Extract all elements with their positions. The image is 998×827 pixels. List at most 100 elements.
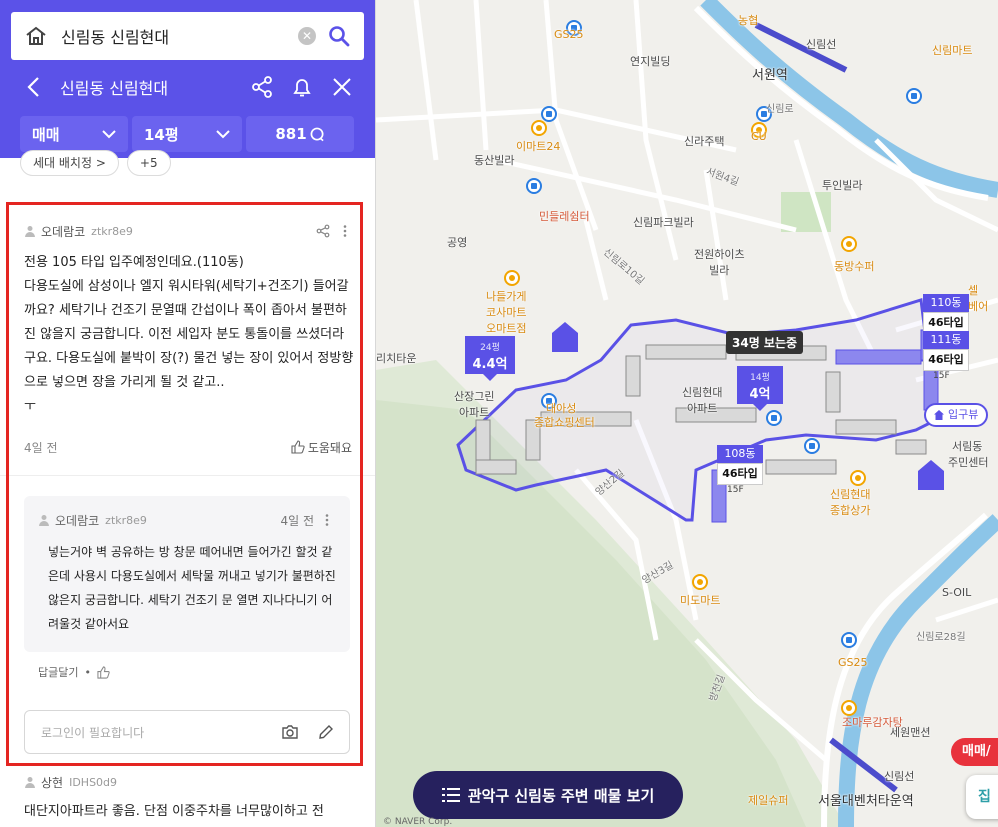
title-bar: 신림동 신림현대 xyxy=(0,68,375,106)
poi-label: 투인빌라 xyxy=(822,179,863,192)
next-comment-meta: 상현 IDHS0d9 xyxy=(24,772,354,792)
trade-type-dropdown[interactable]: 매매 xyxy=(20,116,128,152)
dong-name: 110동 xyxy=(923,294,969,312)
dong-marker[interactable]: 111동 46타입 15F xyxy=(923,331,969,381)
comment: 오데람코 ztkr8e9 전용 105 타입 입주예정인데요.(110동) 다용… xyxy=(0,176,375,457)
comments-button[interactable]: 881 xyxy=(246,116,354,152)
bus-stop-icon[interactable] xyxy=(541,106,557,122)
camera-icon[interactable] xyxy=(281,723,299,741)
bus-stop-icon[interactable] xyxy=(906,88,922,104)
poi-label: 나들가게 코사마트 오마트점 xyxy=(486,290,527,335)
poi-label: 미도마트 xyxy=(680,594,721,607)
comment-footer: 4일 전 도움돼요 xyxy=(24,437,352,457)
price-pin-selected[interactable]: 14평 4억 xyxy=(737,366,783,411)
back-icon[interactable] xyxy=(24,75,44,99)
dong-marker[interactable]: 108동 46타입 15F xyxy=(717,445,763,495)
search-icon[interactable] xyxy=(328,25,350,47)
side-button[interactable]: 집 xyxy=(966,775,998,819)
comment-body: 전용 105 타입 입주예정인데요.(110동) 다용도실에 삼성이나 엘지 워… xyxy=(24,255,354,414)
close-icon[interactable] xyxy=(330,75,354,99)
reply-author: 오데람코 xyxy=(55,513,100,528)
reply-meta: 오데람코 ztkr8e9 4일 전 xyxy=(38,510,334,530)
poi-label: 신림마트 xyxy=(932,44,973,57)
person-icon xyxy=(25,777,35,788)
station-label: 서울대벤처타운역 xyxy=(818,794,914,809)
store-icon[interactable] xyxy=(850,470,866,486)
poi-label: 농협 xyxy=(738,14,759,27)
thumbs-up-icon xyxy=(291,440,305,454)
poi-label: 서림동 xyxy=(952,440,983,453)
poi-label: 대아성 xyxy=(546,402,577,415)
size-dropdown[interactable]: 14평 xyxy=(132,116,242,152)
trade-type-label: 매매 xyxy=(32,125,60,144)
comment-thread: 오데람코 ztkr8e9 전용 105 타입 입주예정인데요.(110동) 다용… xyxy=(0,176,375,754)
next-comment-body: 대단지아파트라 좋음. 단점 이중주차를 너무많이하고 전 xyxy=(24,804,324,819)
share-icon[interactable] xyxy=(250,75,274,99)
share-icon[interactable] xyxy=(316,224,330,238)
more-tags-chip[interactable]: +5 xyxy=(126,150,171,176)
dong-type: 46타입 xyxy=(923,349,969,371)
road-label: 신림로 xyxy=(766,104,794,115)
bus-stop-icon[interactable] xyxy=(526,178,542,194)
panel-header: 신림동 신림현대 ✕ 신림동 신림현대 매매 14평 881 xyxy=(0,0,375,158)
house-marker-icon[interactable] xyxy=(916,458,946,492)
dong-name: 111동 xyxy=(923,331,969,349)
poi-label: 리치타운 xyxy=(376,352,417,365)
entrance-view-button[interactable]: 입구뷰 xyxy=(924,403,989,427)
poi-label: 신림현대 종합상가 xyxy=(830,488,871,517)
map-view[interactable]: 서원역 신림선 농협 GS25 연지빌딩 CU 이마트24 신라주택 동산빌라 … xyxy=(376,0,998,827)
size-label: 14평 xyxy=(144,125,179,144)
dong-floor: 15F xyxy=(933,371,950,381)
reply-link[interactable]: 답글달기 xyxy=(38,664,78,680)
poi-label: CU xyxy=(751,130,767,143)
bus-stop-icon[interactable] xyxy=(766,410,782,426)
poi-label: 주민센터 xyxy=(948,456,989,469)
price-pin[interactable]: 24평 4.4억 xyxy=(465,336,515,381)
poi-label: 동산빌라 xyxy=(474,154,515,167)
store-icon[interactable] xyxy=(531,120,547,136)
house-marker-icon[interactable] xyxy=(550,320,580,354)
map-copyright: © NAVER Corp. xyxy=(383,817,453,827)
nearby-listings-label: 관악구 신림동 주변 매물 보기 xyxy=(467,786,655,805)
comment-input[interactable]: 로그인이 필요합니다 xyxy=(24,710,350,754)
poi-label: 동방수퍼 xyxy=(834,260,875,273)
comments-count: 881 xyxy=(275,125,307,143)
dong-type: 46타입 xyxy=(717,463,763,485)
helpful-button[interactable]: 도움돼요 xyxy=(291,439,352,456)
sale-tag[interactable]: 매매/ xyxy=(951,738,998,766)
line-label: 신림선 xyxy=(884,770,915,783)
thumbs-up-icon[interactable] xyxy=(97,665,110,679)
pin-price: 4억 xyxy=(749,387,771,402)
store-icon[interactable] xyxy=(504,270,520,286)
bell-icon[interactable] xyxy=(290,75,314,99)
chevron-down-icon xyxy=(102,130,116,139)
clear-icon[interactable]: ✕ xyxy=(298,27,316,45)
next-comment: 상현 IDHS0d9 대단지아파트라 좋음. 단점 이중주차를 너무많이하고 전 xyxy=(24,772,354,824)
poi-label: 종합쇼핑센터 xyxy=(534,416,595,429)
tag-chips: 세대 배치정 > +5 xyxy=(20,150,171,176)
poi-label: 셀 베어 xyxy=(968,284,989,313)
store-icon[interactable] xyxy=(692,574,708,590)
dot-separator: • xyxy=(84,665,91,679)
poi-label: 신림파크빌라 xyxy=(633,216,694,229)
more-icon[interactable] xyxy=(338,224,352,238)
person-icon xyxy=(25,226,35,237)
pencil-icon[interactable] xyxy=(317,723,335,741)
poi-label: 공영 xyxy=(447,236,468,249)
bus-stop-icon[interactable] xyxy=(841,632,857,648)
bus-stop-icon[interactable] xyxy=(804,438,820,454)
poi-label: 이마트24 xyxy=(516,140,561,153)
comment-user-id: ztkr8e9 xyxy=(91,224,133,238)
tag-chip[interactable]: 세대 배치정 > xyxy=(20,150,119,176)
poi-label: GS25 xyxy=(838,656,868,669)
search-box[interactable]: 신림동 신림현대 ✕ xyxy=(11,12,364,60)
store-icon[interactable] xyxy=(841,236,857,252)
poi-label: 민들레쉼터 xyxy=(539,210,590,223)
nearby-listings-button[interactable]: 관악구 신림동 주변 매물 보기 xyxy=(413,771,683,819)
search-input[interactable]: 신림동 신림현대 xyxy=(61,24,298,48)
next-comment-user-id: IDHS0d9 xyxy=(69,775,118,789)
dong-marker[interactable]: 110동 46타입 xyxy=(923,294,969,334)
next-comment-author: 상현 xyxy=(41,775,64,790)
page-title: 신림동 신림현대 xyxy=(60,79,169,98)
more-icon[interactable] xyxy=(320,513,334,527)
